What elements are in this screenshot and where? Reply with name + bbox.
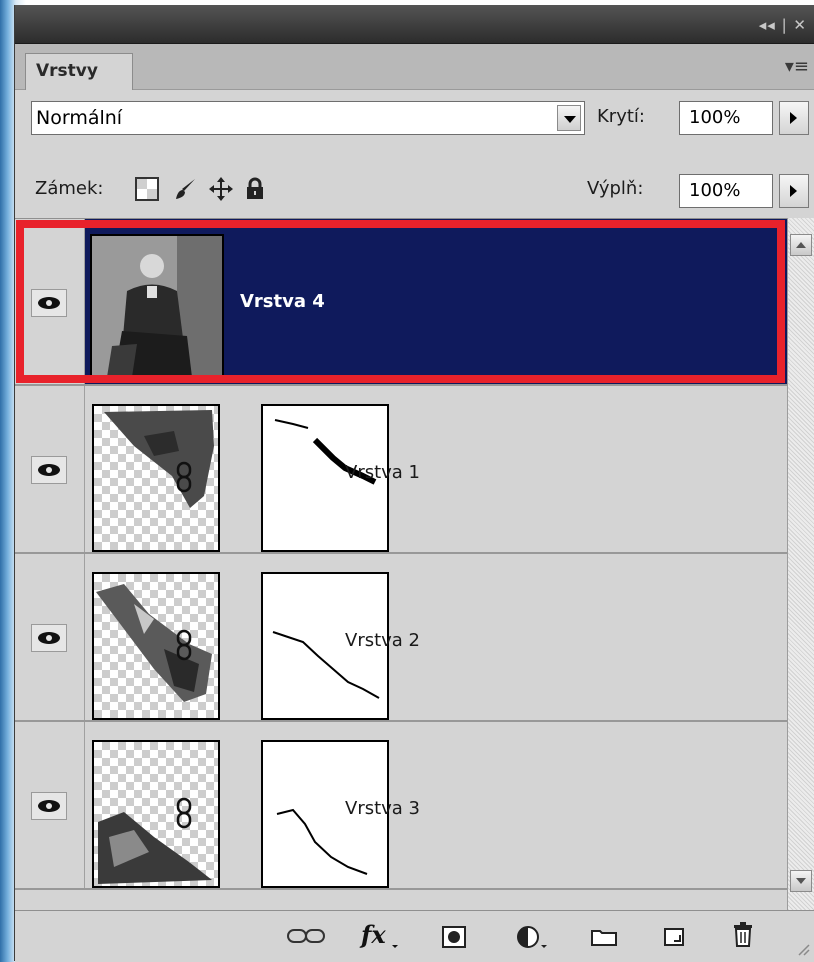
fx-icon[interactable]: fx — [359, 921, 403, 951]
link-layers-icon[interactable] — [285, 925, 327, 947]
add-mask-icon[interactable] — [440, 925, 468, 949]
eye-icon[interactable] — [31, 456, 67, 484]
scroll-up-icon[interactable] — [790, 234, 812, 256]
scroll-down-icon[interactable] — [790, 870, 812, 892]
layer-thumbnail[interactable] — [92, 404, 220, 552]
eye-icon[interactable] — [31, 289, 67, 317]
blend-mode-select[interactable]: Normální — [31, 101, 585, 135]
layer-name[interactable]: Vrstva 1 — [345, 462, 420, 483]
layer-name[interactable]: Vrstva 3 — [345, 798, 420, 819]
panel-tab-bar: Vrstvy ▾≡ — [15, 44, 814, 90]
lock-move-icon[interactable] — [208, 176, 234, 202]
layers-scrollbar[interactable] — [787, 218, 814, 910]
opacity-slider-button[interactable] — [779, 101, 809, 135]
chain-link-icon[interactable] — [173, 461, 195, 493]
svg-text:fx: fx — [359, 921, 386, 949]
chain-link-icon[interactable] — [173, 629, 195, 661]
fill-slider-button[interactable] — [779, 174, 809, 208]
chevron-down-icon[interactable] — [557, 105, 581, 131]
lock-paint-icon[interactable] — [173, 176, 199, 202]
eye-icon[interactable] — [31, 624, 67, 652]
opacity-input[interactable]: 100% — [679, 101, 773, 135]
fill-input[interactable]: 100% — [679, 174, 773, 208]
resize-grip-icon[interactable] — [795, 941, 811, 957]
layer-thumbnail[interactable] — [92, 572, 220, 720]
eye-icon[interactable] — [31, 792, 67, 820]
lock-transparent-icon[interactable] — [133, 176, 161, 202]
visibility-cell — [15, 554, 85, 720]
chain-link-icon[interactable] — [173, 797, 195, 829]
opacity-label: Krytí: — [597, 106, 645, 127]
tab-layers[interactable]: Vrstvy — [25, 53, 133, 90]
panel-menu-icon[interactable]: ▾≡ — [785, 56, 809, 77]
layer-name[interactable]: Vrstva 4 — [240, 291, 325, 312]
panel-bottom-toolbar: fx — [15, 910, 814, 962]
layer-row[interactable]: Vrstva 3 — [15, 722, 787, 890]
lock-label: Zámek: — [35, 178, 104, 199]
layer-name[interactable]: Vrstva 2 — [345, 630, 420, 651]
layers-list: Vrstva 4 Vrstva 1 Vrstva 2 Vrstva 3 — [15, 218, 787, 907]
fill-label: Výplň: — [587, 178, 644, 199]
layer-thumbnail[interactable] — [90, 234, 224, 379]
new-layer-icon[interactable] — [662, 926, 686, 948]
layer-row[interactable]: Vrstva 1 — [15, 386, 787, 554]
adjustment-layer-icon[interactable] — [515, 925, 551, 951]
layers-panel: ◂◂ | ✕ Vrstvy ▾≡ Normální Krytí: 100% Zá… — [14, 5, 814, 962]
layer-row[interactable]: Vrstva 4 — [15, 219, 787, 386]
layer-row[interactable]: Vrstva 2 — [15, 554, 787, 722]
collapse-panel-icon[interactable]: ◂◂ | ✕ — [759, 16, 807, 34]
layer-thumbnail[interactable] — [92, 740, 220, 888]
new-group-icon[interactable] — [589, 927, 619, 947]
visibility-cell — [15, 722, 85, 888]
delete-layer-icon[interactable] — [731, 921, 755, 949]
panel-title-bar: ◂◂ | ✕ — [15, 5, 814, 44]
lock-fill-row: Zámek: Výplň: 100% — [15, 165, 814, 215]
lock-all-icon[interactable] — [244, 176, 266, 202]
visibility-cell — [15, 386, 85, 552]
blend-opacity-row: Normální Krytí: 100% — [15, 90, 814, 142]
blend-mode-value: Normální — [36, 107, 123, 129]
visibility-cell — [15, 219, 85, 384]
